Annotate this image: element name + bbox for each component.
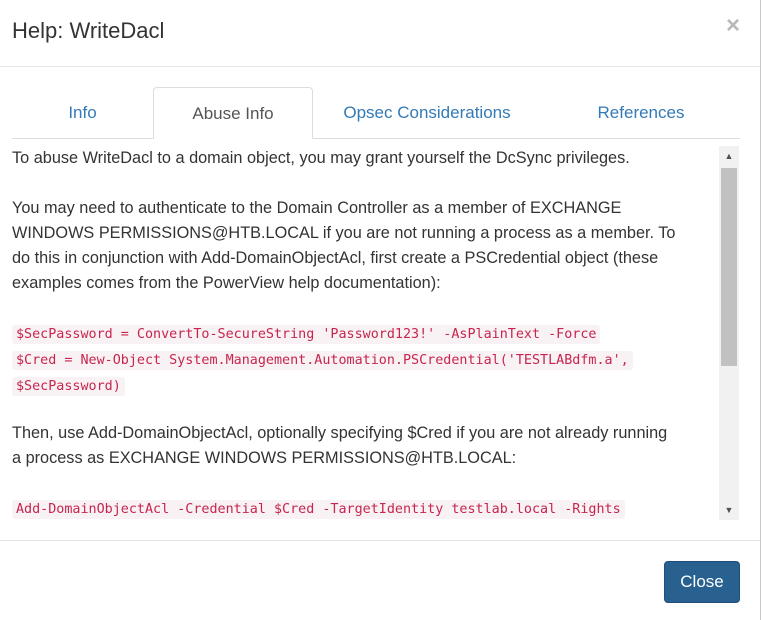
scroll-up-arrow-icon[interactable]: ▲ — [719, 146, 739, 166]
content-scrollbar[interactable]: ▲ ▼ — [719, 146, 739, 520]
close-icon[interactable]: × — [726, 14, 740, 38]
text-line: do this in conjunction with Add-DomainOb… — [12, 249, 659, 267]
code-block-add-domainobjectacl: Add-DomainObjectAcl -Credential $Cred -T… — [12, 496, 715, 520]
scroll-down-arrow-icon[interactable]: ▼ — [719, 500, 739, 520]
text-line: examples comes from the PowerView help d… — [12, 274, 441, 292]
code-line: $SecPassword = ConvertTo-SecureString 'P… — [12, 325, 601, 344]
modal-title: Help: WriteDacl — [12, 18, 165, 43]
code-line: $SecPassword) — [12, 377, 125, 396]
tab-opsec-considerations[interactable]: Opsec Considerations — [318, 87, 536, 138]
paragraph-authenticate: You may need to authenticate to the Doma… — [12, 196, 715, 296]
text-line: To abuse WriteDacl to a domain object, y… — [12, 149, 630, 167]
code-line: $Cred = New-Object System.Management.Aut… — [12, 351, 633, 370]
tab-info[interactable]: Info — [12, 87, 153, 138]
code-line: Add-DomainObjectAcl -Credential $Cred -T… — [12, 500, 625, 519]
paragraph-add-domainobjectacl: Then, use Add-DomainObjectAcl, optionall… — [12, 421, 715, 471]
tab-abuse-info[interactable]: Abuse Info — [153, 87, 313, 139]
text-line: a process as EXCHANGE WINDOWS PERMISSION… — [12, 449, 517, 467]
close-button[interactable]: Close — [664, 561, 740, 603]
code-block-pscredential: $SecPassword = ConvertTo-SecureString 'P… — [12, 321, 715, 399]
modal-footer: Close — [0, 540, 760, 620]
scrollbar-thumb[interactable] — [721, 168, 737, 366]
help-modal: Help: WriteDacl × Info Abuse Info Opsec … — [0, 0, 761, 620]
text-line: Then, use Add-DomainObjectAcl, optionall… — [12, 424, 668, 442]
abuse-info-content: To abuse WriteDacl to a domain object, y… — [12, 146, 715, 520]
tab-bar: Info Abuse Info Opsec Considerations Ref… — [12, 87, 740, 139]
text-line: WINDOWS PERMISSIONS@HTB.LOCAL if you are… — [12, 224, 676, 242]
modal-header: Help: WriteDacl × — [0, 0, 760, 67]
paragraph-dcsync: To abuse WriteDacl to a domain object, y… — [12, 146, 715, 171]
tab-references[interactable]: References — [556, 87, 726, 138]
text-line: You may need to authenticate to the Doma… — [12, 199, 622, 217]
